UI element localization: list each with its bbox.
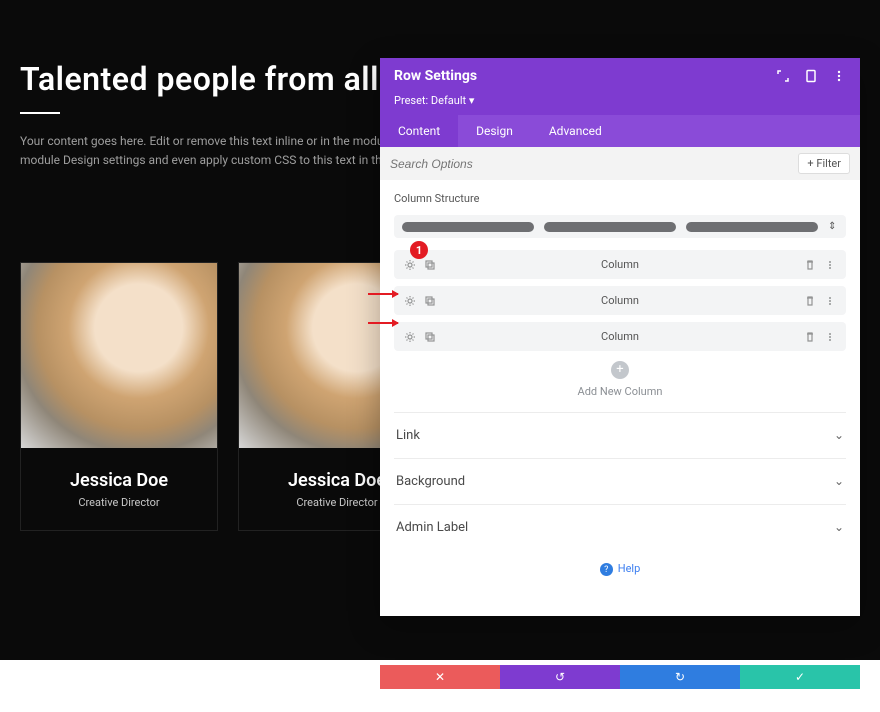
- duplicate-icon[interactable]: [424, 295, 436, 307]
- structure-pill: [402, 222, 534, 232]
- expand-icon[interactable]: [776, 69, 790, 83]
- annotation-badge: 1: [410, 241, 428, 259]
- member-role: Creative Director: [78, 496, 159, 509]
- gear-icon[interactable]: [404, 331, 416, 343]
- section-admin-label[interactable]: Admin Label⌄: [394, 504, 846, 550]
- column-label: Column: [436, 330, 804, 343]
- avatar: [21, 263, 217, 448]
- column-label: Column: [436, 258, 804, 271]
- trash-icon[interactable]: [804, 295, 816, 307]
- dots-icon[interactable]: [824, 259, 836, 271]
- structure-pill: [544, 222, 676, 232]
- help-link[interactable]: ?Help: [394, 550, 846, 617]
- member-name: Jessica Doe: [288, 470, 386, 491]
- annotation-arrow: [368, 322, 398, 324]
- preset-selector[interactable]: Preset: Default ▾: [380, 94, 860, 115]
- tab-advanced[interactable]: Advanced: [531, 115, 620, 147]
- dots-icon[interactable]: [824, 331, 836, 343]
- tablet-icon[interactable]: [804, 69, 818, 83]
- team-card: Jessica Doe Creative Director: [20, 262, 218, 531]
- row-settings-modal: Row Settings Preset: Default ▾ Content D…: [380, 58, 860, 616]
- annotation-arrow: [368, 293, 398, 295]
- section-background[interactable]: Background⌄: [394, 458, 846, 504]
- redo-icon: ↻: [675, 670, 685, 684]
- chevron-down-icon: ▾: [469, 94, 475, 107]
- undo-button[interactable]: ↺: [500, 665, 620, 689]
- structure-label: Column Structure: [394, 192, 846, 205]
- column-row[interactable]: Column: [394, 286, 846, 315]
- member-name: Jessica Doe: [70, 470, 168, 491]
- trash-icon[interactable]: [804, 331, 816, 343]
- section-link[interactable]: Link⌄: [394, 412, 846, 458]
- heading-divider: [20, 112, 60, 114]
- structure-pill: [686, 222, 818, 232]
- duplicate-icon[interactable]: [424, 331, 436, 343]
- column-structure-picker[interactable]: ⇕: [394, 215, 846, 238]
- dots-icon[interactable]: [824, 295, 836, 307]
- column-row[interactable]: Column: [394, 250, 846, 279]
- help-icon: ?: [600, 563, 613, 576]
- filter-button[interactable]: + Filter: [798, 153, 850, 174]
- member-role: Creative Director: [296, 496, 377, 509]
- menu-icon[interactable]: [832, 69, 846, 83]
- modal-title: Row Settings: [394, 68, 477, 84]
- chevron-updown-icon[interactable]: ⇕: [828, 221, 838, 232]
- gear-icon[interactable]: [404, 295, 416, 307]
- check-icon: ✓: [795, 670, 805, 684]
- add-column-button[interactable]: +: [611, 361, 629, 379]
- chevron-down-icon: ⌄: [834, 520, 844, 534]
- close-icon: ✕: [435, 670, 445, 684]
- column-label: Column: [436, 294, 804, 307]
- duplicate-icon[interactable]: [424, 259, 436, 271]
- add-column-label: Add New Column: [394, 385, 846, 398]
- column-row[interactable]: Column: [394, 322, 846, 351]
- search-input[interactable]: [390, 157, 798, 171]
- redo-button[interactable]: ↻: [620, 665, 740, 689]
- tab-content[interactable]: Content: [380, 115, 458, 147]
- undo-icon: ↺: [555, 670, 565, 684]
- save-button[interactable]: ✓: [740, 665, 860, 689]
- chevron-down-icon: ⌄: [834, 428, 844, 442]
- trash-icon[interactable]: [804, 259, 816, 271]
- modal-footer: ✕ ↺ ↻ ✓: [380, 665, 860, 689]
- tab-design[interactable]: Design: [458, 115, 531, 147]
- chevron-down-icon: ⌄: [834, 474, 844, 488]
- gear-icon[interactable]: [404, 259, 416, 271]
- cancel-button[interactable]: ✕: [380, 665, 500, 689]
